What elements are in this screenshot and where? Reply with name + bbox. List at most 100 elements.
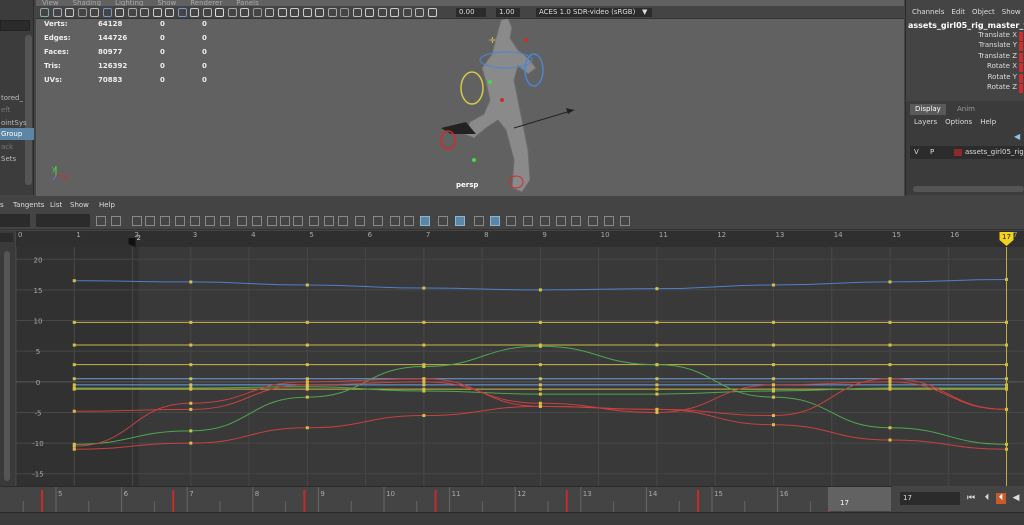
layer-row[interactable]: V P assets_girl05_rig_m <box>910 146 1024 159</box>
viewport-tool-icon[interactable] <box>327 8 337 17</box>
keyframe-point[interactable] <box>189 320 193 324</box>
keyframe-point[interactable] <box>655 320 659 324</box>
viewport-tool-icon[interactable] <box>102 8 112 17</box>
viewport-tool-icon[interactable] <box>140 8 149 17</box>
gamma-field[interactable]: 1.00 <box>496 8 520 17</box>
graph-tool-icon[interactable] <box>132 216 142 226</box>
graph-tool-icon[interactable] <box>324 216 334 226</box>
keyframe-point[interactable] <box>72 320 76 324</box>
keyframe-point[interactable] <box>538 320 542 324</box>
graph-tool-icon[interactable] <box>523 216 533 226</box>
keyframe-point[interactable] <box>189 377 193 381</box>
graph-tool-icon[interactable] <box>190 216 200 226</box>
keyframe-point[interactable] <box>888 383 892 387</box>
keyframe-point[interactable] <box>189 343 193 347</box>
outliner-item[interactable]: Group <box>0 128 34 140</box>
keyframe-point[interactable] <box>538 383 542 387</box>
viewport-tool-icon[interactable] <box>365 8 374 17</box>
keyframe-point[interactable] <box>771 414 775 418</box>
keyframe-point[interactable] <box>655 287 659 291</box>
keyframe-point[interactable] <box>189 407 193 411</box>
channel-attribute[interactable]: Rotate Y <box>935 73 1017 81</box>
timeline-keyframe-tick[interactable] <box>565 490 568 512</box>
play-back-icon[interactable]: ◀ <box>1011 493 1021 504</box>
graph-tool-icon[interactable] <box>404 216 414 226</box>
layer-visibility[interactable]: V <box>914 146 919 159</box>
keyframe-point[interactable] <box>422 377 426 381</box>
keyframe-point[interactable] <box>771 343 775 347</box>
viewport-tool-icon[interactable] <box>127 8 137 17</box>
keyframe-point[interactable] <box>771 283 775 287</box>
keyframe-point[interactable] <box>888 426 892 430</box>
viewport-tool-icon[interactable] <box>202 8 212 17</box>
value-field[interactable] <box>36 214 90 227</box>
graph-tool-icon[interactable] <box>373 216 383 226</box>
timeline-keyframe-tick[interactable] <box>172 490 175 512</box>
channel-menu-item[interactable]: Channels <box>912 8 944 16</box>
keyframe-point[interactable] <box>422 383 426 387</box>
step-back-key-icon[interactable]: ⏴ <box>996 493 1006 504</box>
channel-menu-item[interactable]: Edit <box>951 8 965 16</box>
graph-tool-icon[interactable] <box>355 216 365 226</box>
graph-outliner-scrollbar[interactable] <box>4 251 10 481</box>
graph-tool-icon[interactable] <box>474 216 484 226</box>
selected-object-name[interactable]: assets_girl05_rig_master_v0 <box>908 21 1024 30</box>
timeline-keyframe-tick[interactable] <box>434 490 437 512</box>
viewport-tool-icon[interactable] <box>290 8 299 17</box>
keyframe-point[interactable] <box>655 383 659 387</box>
keyframe-point[interactable] <box>655 410 659 414</box>
graph-menu-item[interactable]: Help <box>99 199 115 211</box>
channel-attribute[interactable]: Rotate X <box>935 62 1017 70</box>
viewport-tool-icon[interactable] <box>402 8 412 17</box>
tab-display[interactable]: Display <box>910 104 946 115</box>
viewport-tool-icon[interactable] <box>240 8 249 17</box>
keyframe-point[interactable] <box>72 363 76 367</box>
color-space-dropdown[interactable]: ACES 1.0 SDR-video (sRGB) <box>536 8 652 17</box>
curve-plot[interactable]: 0123456789101112131415161720151050-5-10-… <box>15 231 1024 486</box>
keyframe-point[interactable] <box>305 377 309 381</box>
character-model[interactable] <box>440 17 575 193</box>
keyframe-point[interactable] <box>305 426 309 430</box>
keyframe-point[interactable] <box>72 383 76 387</box>
layer-color-swatch[interactable] <box>954 149 962 156</box>
graph-tool-icon[interactable] <box>390 216 400 226</box>
keyframe-point[interactable] <box>888 363 892 367</box>
outliner-item[interactable]: tored_ <box>0 92 34 104</box>
tab-anim[interactable]: Anim <box>952 104 980 115</box>
graph-tool-icon[interactable] <box>604 216 614 226</box>
graph-tool-icon[interactable] <box>571 216 581 226</box>
keyframe-point[interactable] <box>189 386 193 390</box>
graph-editor-canvas[interactable]: 0123456789101112131415161720151050-5-10-… <box>15 231 1024 486</box>
viewport-3d[interactable]: ✛ <box>36 0 904 196</box>
graph-tool-icon[interactable] <box>160 216 170 226</box>
keyframe-point[interactable] <box>538 377 542 381</box>
keyframe-point[interactable] <box>655 377 659 381</box>
go-to-start-icon[interactable]: ⏮ <box>966 493 976 504</box>
keyframe-point[interactable] <box>72 409 76 413</box>
graph-tool-icon[interactable] <box>556 216 566 226</box>
viewport-tool-icon[interactable] <box>377 8 387 17</box>
keyframe-point[interactable] <box>538 401 542 405</box>
keyframe-point[interactable] <box>305 320 309 324</box>
keyframe-point[interactable] <box>888 386 892 390</box>
keyframe-point[interactable] <box>655 392 659 396</box>
graph-tool-icon[interactable] <box>338 216 348 226</box>
channel-menu-item[interactable]: Object <box>972 8 995 16</box>
frame-field[interactable] <box>0 214 30 227</box>
keyframe-point[interactable] <box>771 363 775 367</box>
keyframe-point[interactable] <box>771 383 775 387</box>
keyframe-point[interactable] <box>655 363 659 367</box>
graph-tool-icon[interactable] <box>175 216 185 226</box>
channel-attribute[interactable]: Translate Y <box>935 41 1017 49</box>
keyframe-point[interactable] <box>72 386 76 390</box>
keyframe-point[interactable] <box>305 343 309 347</box>
keyframe-point[interactable] <box>189 383 193 387</box>
keyframe-point[interactable] <box>305 283 309 287</box>
graph-tool-icon[interactable] <box>490 216 500 226</box>
outliner-item[interactable]: eft <box>0 104 34 116</box>
keyframe-point[interactable] <box>189 280 193 284</box>
keyframe-point[interactable] <box>888 438 892 442</box>
graph-tool-icon[interactable] <box>280 216 290 226</box>
keyframe-point[interactable] <box>888 280 892 284</box>
viewport-tool-icon[interactable] <box>65 8 74 17</box>
